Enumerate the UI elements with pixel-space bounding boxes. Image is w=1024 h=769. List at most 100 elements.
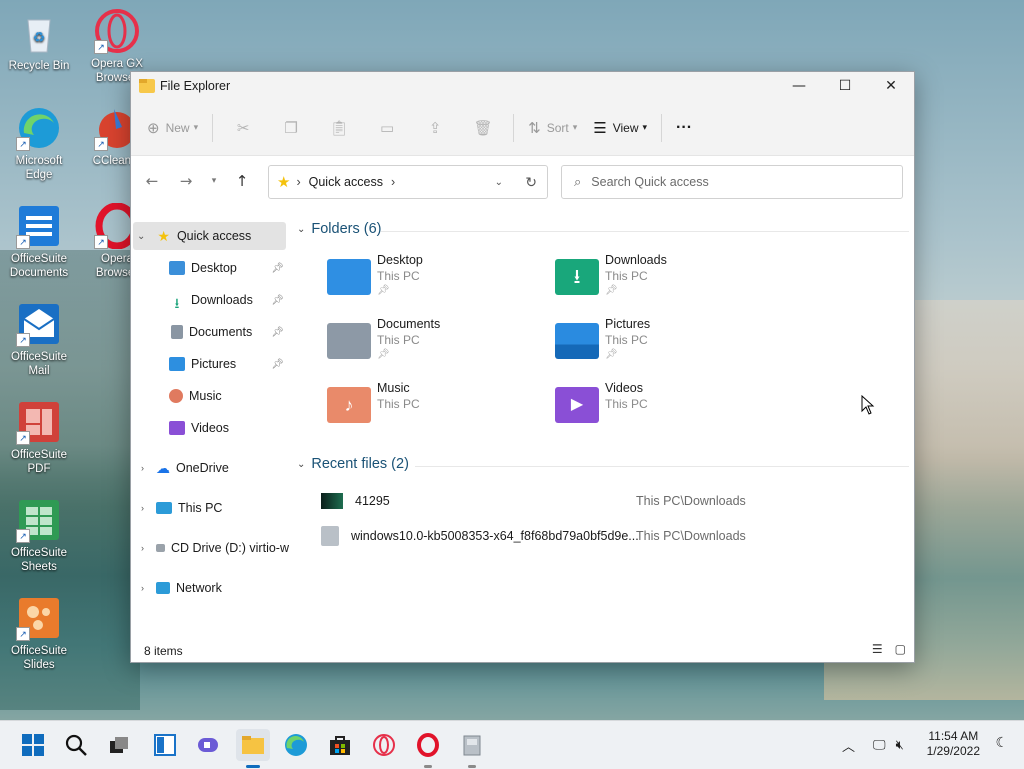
large-icons-view-icon[interactable]: ▢ [895, 642, 906, 656]
sidebar-item-network[interactable]: › Network [141, 574, 222, 602]
chevron-right-icon[interactable]: › [141, 583, 144, 593]
back-button[interactable]: ← [135, 165, 169, 197]
folder-tile-desktop[interactable]: Desktop This PC 📌︎ [327, 253, 547, 309]
folder-tile-pictures[interactable]: Pictures This PC 📌︎ [555, 317, 775, 373]
start-button[interactable] [16, 729, 50, 761]
folders-section-header[interactable]: ⌄ Folders (6) [297, 221, 382, 237]
desktop-icon-label: Microsoft [15, 155, 63, 167]
title-bar[interactable]: File Explorer — ☐ ✕ [131, 72, 914, 100]
sort-button[interactable]: ⇅ Sort ▾ [520, 112, 585, 144]
maximize-button[interactable]: ☐ [822, 72, 868, 100]
sidebar-item-desktop[interactable]: Desktop 📌︎ [169, 254, 286, 282]
desktop-icon-officesuite-pdf[interactable]: ↗ OfficeSuite PDF [1, 399, 77, 476]
separator [661, 113, 663, 142]
paste-button[interactable]: 📋︎ [315, 112, 363, 144]
recent-file-row[interactable]: windows10.0-kb5008353-x64_f8f68bd79a0bf5… [321, 524, 881, 548]
folder-tile-music[interactable]: ♪ Music This PC [327, 381, 547, 437]
chevron-right-icon[interactable]: › [141, 543, 144, 553]
clock-time: 11:54 AM [928, 729, 979, 743]
downloads-folder-icon: ⭳ [555, 259, 599, 295]
music-folder-icon [169, 389, 183, 403]
sidebar-item-label: Desktop [191, 261, 237, 275]
desktop-icon-officesuite-documents[interactable]: ↗ OfficeSuite Documents [1, 203, 77, 280]
chevron-right-icon[interactable]: › [141, 463, 144, 473]
desktop-icon-edge[interactable]: ↗ Microsoft Edge [1, 105, 77, 182]
chevron-right-icon[interactable]: › [141, 503, 144, 513]
folder-tile-documents[interactable]: Documents This PC 📌︎ [327, 317, 547, 373]
search-button[interactable] [59, 729, 93, 761]
chevron-down-icon: ▾ [193, 122, 199, 132]
taskbar-edge[interactable] [279, 729, 313, 761]
recent-header-label: Recent files (2) [311, 456, 409, 472]
sidebar-item-quick-access[interactable]: ⌄ ★ Quick access [137, 222, 251, 250]
show-hidden-icons-button[interactable]: ︿ [842, 736, 855, 755]
folder-tile-downloads[interactable]: ⭳ Downloads This PC 📌︎ [555, 253, 775, 309]
recent-file-row[interactable]: 41295 This PC\Downloads [321, 489, 881, 513]
refresh-icon[interactable]: ↻ [525, 174, 537, 191]
task-view-button[interactable] [102, 729, 136, 761]
sidebar-item-documents[interactable]: Documents 📌︎ [169, 318, 286, 346]
rename-button[interactable]: ▭ [363, 112, 411, 144]
network-status-icon[interactable]: 🖵︎ [873, 737, 886, 753]
sidebar-item-videos[interactable]: Videos [169, 414, 229, 442]
see-more-button[interactable]: ··· [668, 112, 700, 144]
search-icon: ⌕ [574, 174, 582, 189]
desktop-icon-label-2: Edge [25, 169, 53, 181]
star-icon: ★ [157, 227, 170, 244]
desktop-icon-label: OfficeSuite [10, 351, 68, 363]
cd-drive-icon [156, 544, 165, 552]
recent-locations-button[interactable]: ▾ [203, 165, 225, 197]
address-dropdown-icon[interactable]: ⌄ [495, 177, 503, 188]
sidebar-item-this-pc[interactable]: › This PC [141, 494, 222, 522]
share-button[interactable]: ⇪ [411, 112, 459, 144]
cut-button[interactable]: ✂ [219, 112, 267, 144]
pictures-folder-icon [555, 323, 599, 359]
desktop-icon-officesuite-slides[interactable]: ↗ OfficeSuite Slides [1, 595, 77, 672]
volume-muted-icon[interactable]: 🔇︎ [896, 737, 904, 753]
focus-assist-moon-icon[interactable]: ☾ [995, 735, 1008, 751]
status-item-count: 8 items [144, 644, 183, 658]
sidebar-item-cd-drive[interactable]: › CD Drive (D:) virtio-w [141, 534, 289, 562]
desktop-icon-officesuite-mail[interactable]: ↗ OfficeSuite Mail [1, 301, 77, 378]
taskbar-installer[interactable] [455, 729, 489, 761]
chevron-down-icon: ▾ [572, 122, 578, 132]
sidebar-item-onedrive[interactable]: › ☁ OneDrive [141, 454, 229, 482]
taskbar-file-explorer[interactable] [236, 729, 270, 761]
folder-icon [242, 736, 264, 754]
desktop-icon-officesuite-sheets[interactable]: ↗ OfficeSuite Sheets [1, 497, 77, 574]
desktop-folder-icon [327, 259, 371, 295]
taskbar-opera[interactable] [411, 729, 445, 761]
address-bar[interactable]: ★ › Quick access › ⌄ ↻ [268, 165, 548, 199]
search-box[interactable]: ⌕ Search Quick access [561, 165, 903, 199]
officesuite-mail-icon: ↗ [16, 301, 62, 347]
desktop-icon-recycle-bin[interactable]: ♻ Recycle Bin [1, 10, 77, 73]
videos-folder-icon: ▶ [555, 387, 599, 423]
taskbar-opera-gx[interactable] [367, 729, 401, 761]
folder-tile-videos[interactable]: ▶ Videos This PC [555, 381, 775, 437]
chat-button[interactable] [191, 729, 225, 761]
new-button[interactable]: ⊕ New ▾ [139, 112, 206, 144]
desktop-icon-label-2: Mail [28, 365, 50, 377]
sidebar-item-pictures[interactable]: Pictures 📌︎ [169, 350, 286, 378]
chevron-down-icon[interactable]: ⌄ [137, 231, 145, 242]
copy-button[interactable]: ❐ [267, 112, 315, 144]
breadcrumb-quick-access[interactable]: Quick access [309, 175, 383, 189]
clock[interactable]: 11:54 AM 1/29/2022 [927, 729, 980, 759]
pin-icon: 📌︎ [271, 326, 284, 338]
svg-text:♻: ♻ [33, 29, 46, 45]
details-view-icon[interactable]: ☰ [872, 642, 883, 656]
separator [513, 113, 515, 142]
taskbar-store[interactable] [323, 729, 357, 761]
delete-button[interactable]: 🗑︎ [459, 112, 507, 144]
forward-button[interactable]: → [169, 165, 203, 197]
opera-icon [417, 733, 439, 757]
minimize-button[interactable]: — [776, 72, 822, 100]
recent-files-section-header[interactable]: ⌄ Recent files (2) [297, 456, 409, 472]
close-button[interactable]: ✕ [868, 72, 914, 100]
up-button[interactable]: ↑ [225, 165, 259, 197]
chevron-down-icon: ⌄ [297, 458, 306, 470]
sidebar-item-music[interactable]: Music [169, 382, 222, 410]
view-button[interactable]: ☰ View ▾ [585, 112, 655, 144]
sidebar-item-downloads[interactable]: ⭳ Downloads 📌︎ [169, 286, 286, 314]
widgets-button[interactable] [148, 729, 182, 761]
